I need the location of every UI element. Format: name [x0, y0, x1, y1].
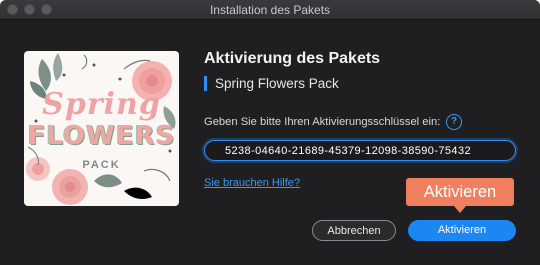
pack-name-accent-bar: [204, 76, 207, 91]
installer-window: Installation des Pakets Spring FLOWERS P…: [0, 0, 540, 265]
activation-key-input[interactable]: [204, 140, 516, 161]
cancel-button[interactable]: Abbrechen: [312, 220, 396, 241]
dialog-heading: Aktivierung des Pakets: [204, 50, 381, 67]
thumbnail-title-flowers: FLOWERS: [27, 121, 176, 151]
thumbnail-title-pack: PACK: [82, 159, 121, 171]
activate-callout: Aktivieren: [406, 178, 514, 206]
window-title: Installation des Pakets: [209, 3, 331, 17]
activate-button[interactable]: Aktivieren: [408, 220, 516, 241]
help-icon[interactable]: ?: [446, 114, 462, 130]
need-help-link[interactable]: Sie brauchen Hilfe?: [204, 177, 300, 189]
pack-thumbnail: Spring FLOWERS PACK: [24, 51, 179, 206]
callout-pointer: [454, 206, 466, 213]
activation-key-prompt: Geben Sie bitte Ihren Aktivierungsschlüs…: [204, 116, 441, 128]
title-bar: Installation des Pakets: [0, 0, 540, 20]
thumbnail-title-spring: Spring: [42, 87, 161, 122]
pack-name: Spring Flowers Pack: [215, 76, 339, 91]
